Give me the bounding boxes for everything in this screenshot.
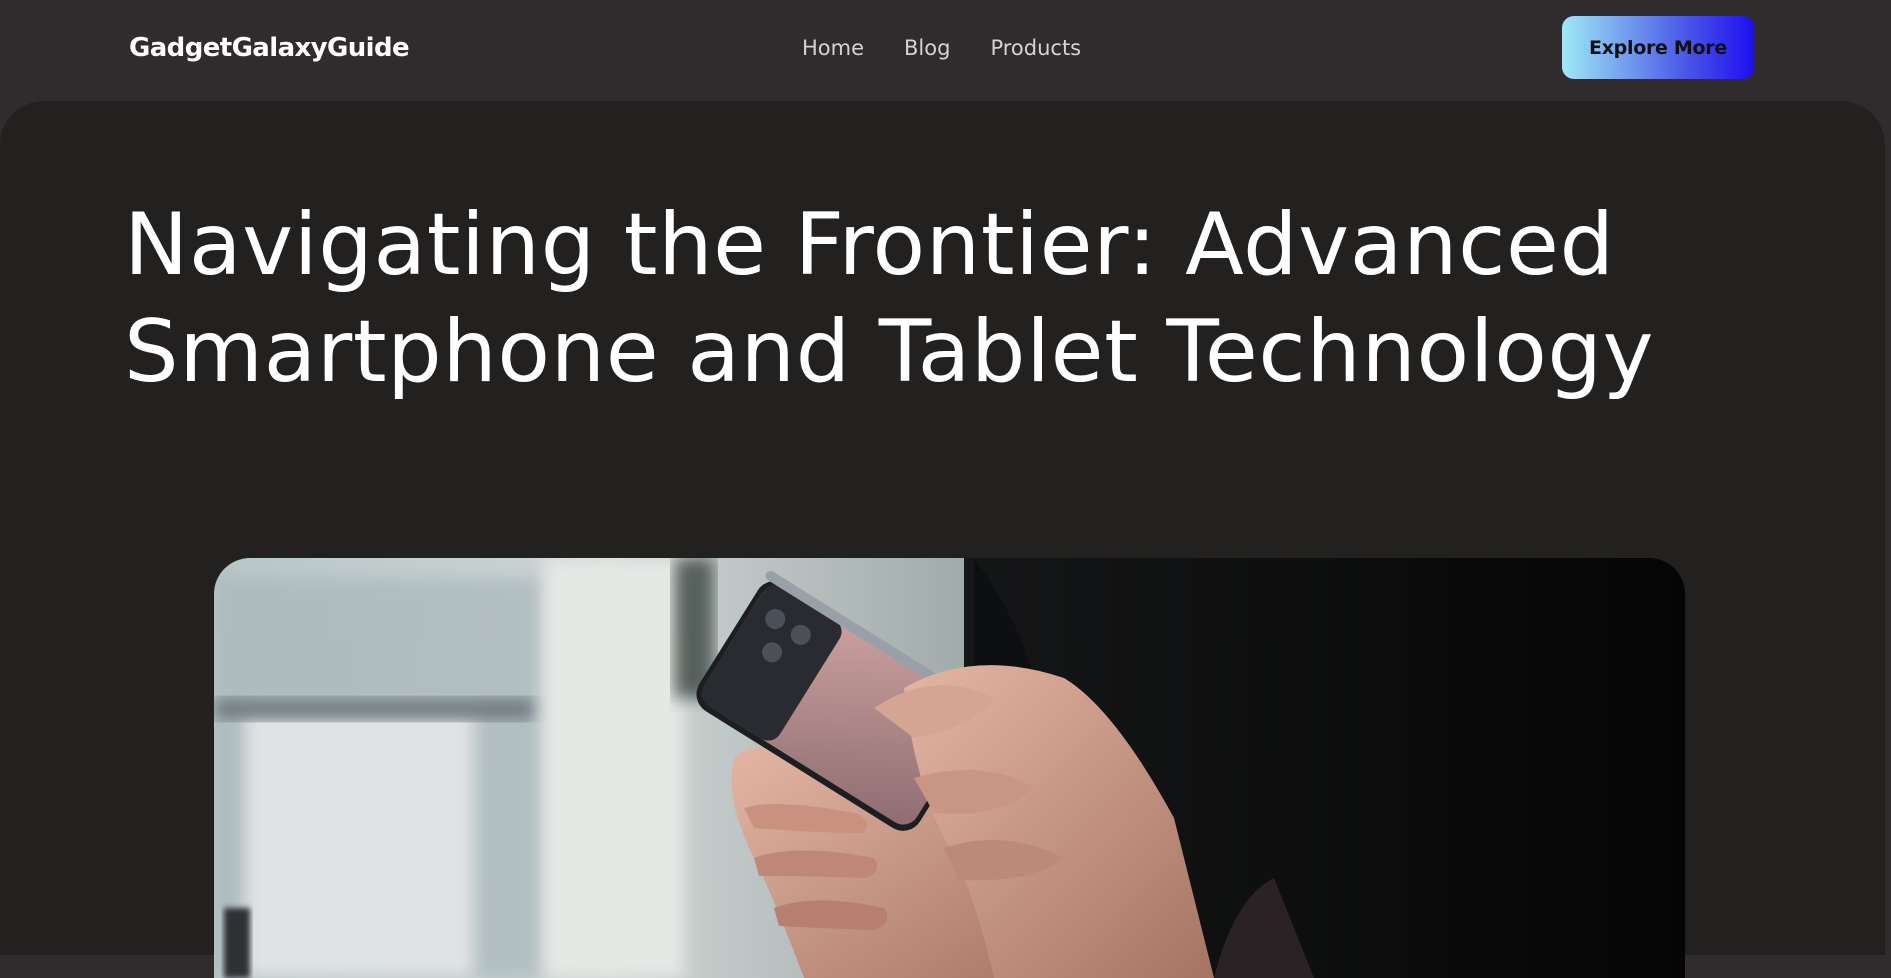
hands-holding-smartphone-illustration bbox=[214, 558, 1685, 978]
site-header: GadgetGalaxyGuide Home Blog Products Exp… bbox=[0, 0, 1891, 101]
site-logo[interactable]: GadgetGalaxyGuide bbox=[129, 30, 410, 66]
page-title: Navigating the Frontier: Advanced Smartp… bbox=[124, 195, 1655, 402]
hero-image bbox=[214, 558, 1685, 978]
nav-blog-link[interactable]: Blog bbox=[904, 33, 950, 63]
nav-products-link[interactable]: Products bbox=[990, 33, 1081, 63]
hero-section: Navigating the Frontier: Advanced Smartp… bbox=[0, 101, 1885, 978]
page-edge bbox=[1885, 0, 1891, 955]
nav-home-link[interactable]: Home bbox=[802, 33, 864, 63]
explore-more-button[interactable]: Explore More bbox=[1562, 16, 1754, 79]
main-nav: Home Blog Products bbox=[802, 33, 1081, 63]
